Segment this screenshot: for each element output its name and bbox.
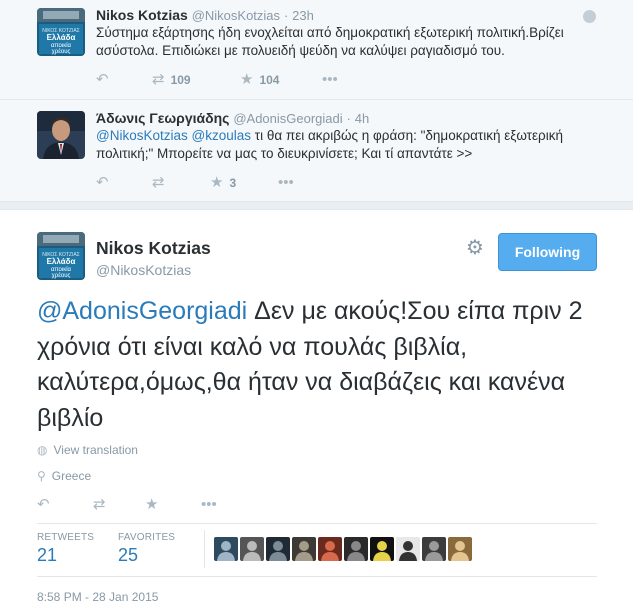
retweet-count: 109	[170, 73, 191, 87]
tweet-text: Σύστημα εξάρτησης ήδη ενοχλείται από δημ…	[96, 24, 586, 60]
retweet-button[interactable]: ⇄	[93, 497, 106, 513]
tweet-header: Άδωνις Γεωργιάδης @AdonisGeorgiadi · 4h	[96, 109, 369, 128]
separator-dot: ·	[346, 111, 351, 126]
author-name[interactable]: Nikos Kotzias	[96, 238, 211, 259]
retweet-icon: ⇄	[152, 174, 165, 191]
mention-link[interactable]: @AdonisGeorgiadi	[37, 297, 247, 325]
mention-link[interactable]: @kzoulas	[192, 128, 251, 143]
more-button[interactable]: •••	[322, 72, 338, 88]
retweet-icon: ⇄	[152, 71, 165, 88]
stat-divider	[204, 530, 205, 568]
author-handle[interactable]: @NikosKotzias	[96, 262, 191, 278]
mention-link[interactable]: @NikosKotzias	[96, 128, 188, 143]
favorites-count: 25	[118, 545, 139, 565]
tweet-text-line: ασύστολα. Επιδιώκει με πολυειδή ψεύδη να…	[96, 43, 505, 58]
tweet-time[interactable]: 4h	[355, 111, 369, 126]
favoriter-avatar[interactable]	[370, 537, 394, 561]
favorite-button[interactable]: ★ 104	[240, 72, 279, 88]
star-icon: ★	[210, 174, 224, 191]
gear-icon[interactable]: ⚙	[466, 238, 484, 258]
view-translation-link[interactable]: ◍ View translation	[37, 443, 138, 457]
retweets-label: RETWEETS	[37, 532, 95, 543]
avatar[interactable]: ΝΙΚΟΣ ΚΟΤΖΙΑΣ Ελλάδα αποικία χρέους	[37, 8, 85, 56]
section-divider	[0, 202, 633, 210]
avatar[interactable]	[37, 111, 85, 159]
retweet-icon: ⇄	[93, 496, 106, 513]
retweets-stat[interactable]: RETWEETS 21	[37, 532, 94, 566]
more-icon: •••	[278, 174, 294, 191]
tweet-location[interactable]: ⚲ Greece	[37, 469, 91, 483]
view-translation-label: View translation	[53, 443, 138, 457]
book-cover-avatar: ΝΙΚΟΣ ΚΟΤΖΙΑΣ Ελλάδα αποικία χρέους	[37, 8, 85, 56]
favoriter-avatar[interactable]	[396, 537, 420, 561]
conversation-tweet[interactable]: ΝΙΚΟΣ ΚΟΤΖΙΑΣ Ελλάδα αποικία χρέους Niko…	[0, 0, 633, 100]
globe-icon: ◍	[37, 443, 48, 457]
author-handle[interactable]: @NikosKotzias	[192, 8, 280, 23]
author-name[interactable]: Άδωνις Γεωργιάδης	[96, 110, 229, 126]
tweet-text: @NikosKotzias @kzoulas τι θα πει ακριβώς…	[96, 127, 586, 163]
favoriter-avatar[interactable]	[266, 537, 290, 561]
favoriter-avatar[interactable]	[422, 537, 446, 561]
reply-button[interactable]: ↶	[96, 72, 109, 88]
favorites-stat[interactable]: FAVORITES 25	[118, 532, 175, 566]
favorite-count: 3	[229, 176, 237, 190]
tweet-time[interactable]: 23h	[292, 8, 314, 23]
more-button[interactable]: •••	[278, 175, 294, 191]
divider	[37, 576, 597, 577]
more-icon: •••	[201, 496, 217, 513]
globe-icon	[583, 10, 596, 23]
conversation-tweet[interactable]: Άδωνις Γεωργιάδης @AdonisGeorgiadi · 4h …	[0, 100, 633, 202]
divider	[37, 523, 597, 524]
book-cover-avatar: ΝΙΚΟΣ ΚΟΤΖΙΑΣ Ελλάδα αποικία χρέους	[37, 232, 85, 280]
retweet-button[interactable]: ⇄ 109	[152, 72, 191, 88]
tweet-text-line: πολιτική;" Μπορείτε να μας το διευκρινίσ…	[96, 146, 473, 161]
tweet-text: @AdonisGeorgiadi Δεν με ακούς!Σου είπα π…	[37, 294, 597, 436]
svg-text:Ελλάδα: Ελλάδα	[47, 33, 76, 42]
favorite-button[interactable]: ★	[145, 497, 158, 513]
svg-text:χρέους: χρέους	[52, 272, 71, 279]
favoriter-avatar[interactable]	[214, 537, 238, 561]
reply-icon: ↶	[37, 496, 50, 513]
author-name[interactable]: Nikos Kotzias	[96, 7, 188, 23]
retweet-button[interactable]: ⇄	[152, 175, 165, 191]
reply-button[interactable]: ↶	[96, 175, 109, 191]
star-icon: ★	[240, 71, 254, 88]
more-icon: •••	[322, 71, 338, 88]
favorites-label: FAVORITES	[118, 532, 176, 543]
tweet-header: Nikos Kotzias @NikosKotzias · 23h	[96, 6, 314, 25]
reply-icon: ↶	[96, 71, 109, 88]
favoriter-avatar[interactable]	[448, 537, 472, 561]
tweet-text-line: @NikosKotzias @kzoulas τι θα πει ακριβώς…	[96, 127, 586, 145]
favoriter-avatar[interactable]	[240, 537, 264, 561]
author-handle[interactable]: @AdonisGeorgiadi	[233, 111, 342, 126]
star-icon: ★	[145, 496, 159, 513]
person-photo-avatar	[37, 111, 85, 159]
favoriter-avatar[interactable]	[292, 537, 316, 561]
location-label: Greece	[51, 469, 92, 483]
separator-dot: ·	[283, 8, 289, 23]
location-pin-icon: ⚲	[37, 469, 46, 483]
retweets-count: 21	[37, 545, 58, 565]
svg-text:χρέους: χρέους	[52, 48, 71, 55]
tweet-text-fragment: τι θα πει ακριβώς η φράση: "δημοκρατική …	[250, 128, 563, 143]
reply-button[interactable]: ↶	[37, 497, 50, 513]
avatar[interactable]: ΝΙΚΟΣ ΚΟΤΖΙΑΣ Ελλάδα αποικία χρέους	[37, 232, 85, 280]
following-button[interactable]: Following	[498, 233, 597, 271]
favorite-count: 104	[259, 73, 280, 87]
favoriter-avatar[interactable]	[318, 537, 342, 561]
tweet-text-line: Σύστημα εξάρτησης ήδη ενοχλείται από δημ…	[96, 25, 564, 40]
favoriter-avatar[interactable]	[344, 537, 368, 561]
favorite-button[interactable]: ★ 3	[210, 175, 236, 191]
more-button[interactable]: •••	[201, 497, 217, 513]
reply-icon: ↶	[96, 174, 109, 191]
tweet-timestamp[interactable]: 8:58 PM - 28 Jan 2015	[37, 590, 158, 604]
svg-text:Ελλάδα: Ελλάδα	[47, 257, 76, 266]
